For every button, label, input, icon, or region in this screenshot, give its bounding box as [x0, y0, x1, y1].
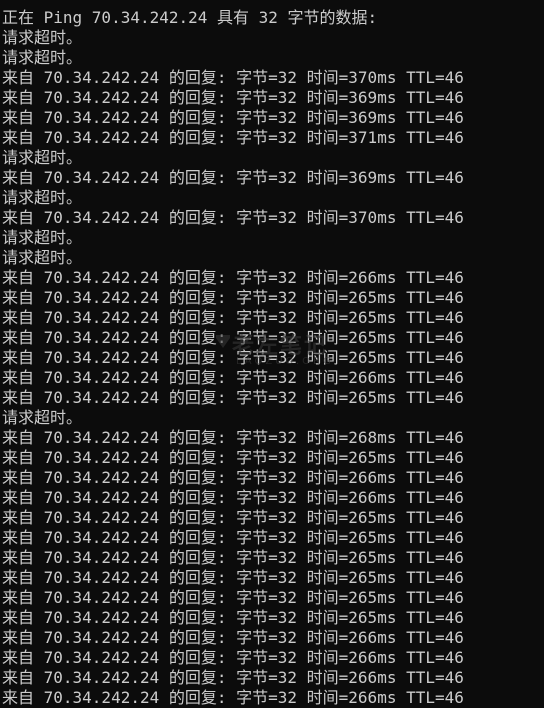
console-line: 来自 70.34.242.24 的回复: 字节=32 时间=265ms TTL=… [2, 528, 464, 547]
console-line: 来自 70.34.242.24 的回复: 字节=32 时间=266ms TTL=… [2, 468, 464, 487]
console-line: 来自 70.34.242.24 的回复: 字节=32 时间=265ms TTL=… [2, 348, 464, 367]
console-line: 来自 70.34.242.24 的回复: 字节=32 时间=266ms TTL=… [2, 668, 464, 687]
console-line: 来自 70.34.242.24 的回复: 字节=32 时间=369ms TTL=… [2, 108, 464, 127]
console-line: 请求超时。 [2, 228, 83, 247]
console-lines: 正在 Ping 70.34.242.24 具有 32 字节的数据: 请求超时。 请求… [2, 8, 544, 708]
console-line: 来自 70.34.242.24 的回复: 字节=32 时间=266ms TTL=… [2, 268, 464, 287]
console-line: 请求超时。 [2, 248, 83, 267]
console-line: 来自 70.34.242.24 的回复: 字节=32 时间=266ms TTL=… [2, 488, 464, 507]
console-line: 来自 70.34.242.24 的回复: 字节=32 时间=268ms TTL=… [2, 428, 464, 447]
console-line: 正在 Ping 70.34.242.24 具有 32 字节的数据: [2, 8, 378, 27]
console-line: 来自 70.34.242.24 的回复: 字节=32 时间=266ms TTL=… [2, 688, 464, 707]
console-line: 来自 70.34.242.24 的回复: 字节=32 时间=265ms TTL=… [2, 588, 464, 607]
console-line: 来自 70.34.242.24 的回复: 字节=32 时间=370ms TTL=… [2, 208, 464, 227]
console-line: 来自 70.34.242.24 的回复: 字节=32 时间=266ms TTL=… [2, 368, 464, 387]
console-line: 来自 70.34.242.24 的回复: 字节=32 时间=265ms TTL=… [2, 388, 464, 407]
console-line: 请求超时。 [2, 28, 83, 47]
console-line: 请求超时。 [2, 408, 83, 427]
console-line: 来自 70.34.242.24 的回复: 字节=32 时间=266ms TTL=… [2, 628, 464, 647]
console-line: 来自 70.34.242.24 的回复: 字节=32 时间=265ms TTL=… [2, 328, 464, 347]
console-line: 来自 70.34.242.24 的回复: 字节=32 时间=265ms TTL=… [2, 608, 464, 627]
console-line: 来自 70.34.242.24 的回复: 字节=32 时间=265ms TTL=… [2, 508, 464, 527]
console-line: 来自 70.34.242.24 的回复: 字节=32 时间=265ms TTL=… [2, 548, 464, 567]
console-line: 来自 70.34.242.24 的回复: 字节=32 时间=265ms TTL=… [2, 448, 464, 467]
console-line: 来自 70.34.242.24 的回复: 字节=32 时间=266ms TTL=… [2, 648, 464, 667]
console-line: 来自 70.34.242.24 的回复: 字节=32 时间=369ms TTL=… [2, 88, 464, 107]
console-line: 来自 70.34.242.24 的回复: 字节=32 时间=265ms TTL=… [2, 568, 464, 587]
console-line: 请求超时。 [2, 148, 83, 167]
console-line: 来自 70.34.242.24 的回复: 字节=32 时间=265ms TTL=… [2, 308, 464, 327]
console-line: 来自 70.34.242.24 的回复: 字节=32 时间=371ms TTL=… [2, 128, 464, 147]
console-line: 请求超时。 [2, 48, 83, 67]
console-line: 来自 70.34.242.24 的回复: 字节=32 时间=370ms TTL=… [2, 68, 464, 87]
console-line: 来自 70.34.242.24 的回复: 字节=32 时间=369ms TTL=… [2, 168, 464, 187]
console-line: 请求超时。 [2, 188, 83, 207]
console-line: 来自 70.34.242.24 的回复: 字节=32 时间=265ms TTL=… [2, 288, 464, 307]
console-output: 正在 Ping 70.34.242.24 具有 32 字节的数据: 请求超时。 请求… [0, 0, 544, 707]
